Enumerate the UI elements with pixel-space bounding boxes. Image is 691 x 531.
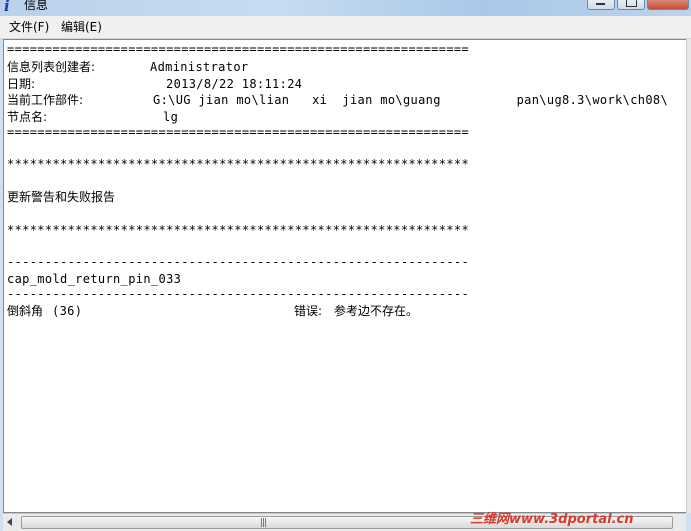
info-text-area[interactable]: ========================================… bbox=[3, 39, 688, 513]
node-value: lg bbox=[163, 110, 179, 124]
menu-bar: 文件(F) 编辑(E) bbox=[0, 16, 691, 39]
feature-id: (36) bbox=[52, 304, 83, 318]
maximize-icon bbox=[626, 0, 637, 7]
window-controls bbox=[585, 0, 689, 10]
date-label: 日期: bbox=[7, 77, 36, 91]
separator-equals-bottom: ========================================… bbox=[7, 125, 470, 139]
minimize-button[interactable] bbox=[587, 0, 615, 10]
separator-dash-top: ----------------------------------------… bbox=[7, 255, 470, 269]
separator-stars-top: ****************************************… bbox=[7, 157, 470, 171]
error-label: 错误: bbox=[294, 304, 323, 318]
scroll-left-arrow-icon[interactable] bbox=[7, 518, 12, 526]
node-label: 节点名: bbox=[7, 110, 48, 124]
work-part-label: 当前工作部件: bbox=[7, 93, 84, 107]
minimize-icon bbox=[596, 3, 605, 5]
feature-name: cap_mold_return_pin_033 bbox=[7, 272, 182, 286]
separator-stars-bottom: ****************************************… bbox=[7, 223, 470, 237]
creator-label: 信息列表创建者: bbox=[7, 60, 96, 74]
separator-equals-top: ========================================… bbox=[7, 42, 470, 56]
scroll-grip-icon: ||| bbox=[260, 518, 267, 528]
title-bar: i 信息 bbox=[0, 0, 691, 16]
info-icon: i bbox=[4, 0, 10, 15]
maximize-button[interactable] bbox=[617, 0, 645, 10]
section-title: 更新警告和失败报告 bbox=[7, 190, 116, 204]
date-value: 2013/8/22 18:11:24 bbox=[166, 77, 303, 91]
creator-value: Administrator bbox=[150, 60, 249, 74]
separator-dash-bottom: ----------------------------------------… bbox=[7, 287, 470, 301]
menu-edit[interactable]: 编辑(E) bbox=[61, 20, 102, 34]
menu-file[interactable]: 文件(F) bbox=[9, 20, 49, 34]
close-button[interactable] bbox=[647, 0, 689, 10]
feature-label: 倒斜角 bbox=[7, 304, 44, 318]
error-text: 参考边不存在。 bbox=[334, 304, 419, 318]
work-part-value: G:\UG jian mo\lian xi jian mo\guang pan\… bbox=[153, 93, 669, 107]
vertical-scrollbar[interactable] bbox=[686, 39, 691, 513]
window-title: 信息 bbox=[24, 0, 49, 12]
watermark: 三维网www.3dportal.cn bbox=[470, 512, 634, 527]
